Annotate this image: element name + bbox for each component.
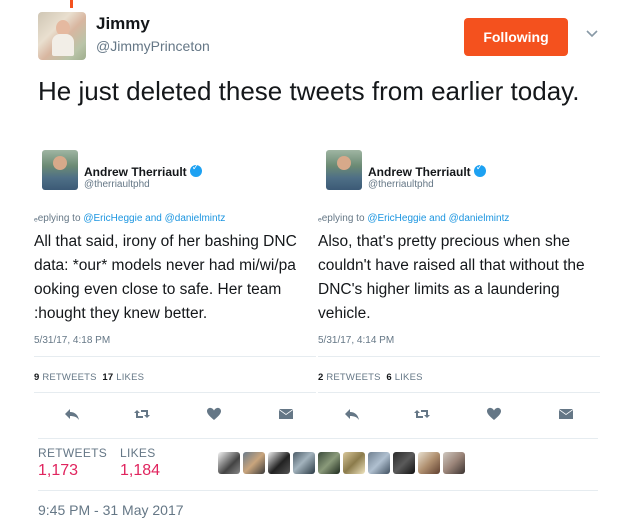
card-replying-to: ₑeplying to @EricHeggie and @danielmintz — [318, 213, 510, 224]
liker-avatar[interactable] — [268, 452, 290, 474]
card-avatar — [42, 150, 78, 190]
author-name[interactable]: Jimmy — [96, 14, 150, 34]
like-icon — [487, 407, 501, 420]
screenshot-card[interactable]: Andrew Therriault @therriaultphd ₑeplyin… — [318, 150, 600, 430]
tweet-header: Jimmy @JimmyPrinceton Following — [38, 12, 608, 62]
card-avatar — [326, 150, 362, 190]
card-author-name: Andrew Therriault — [368, 163, 486, 179]
card-author-handle: @therriaultphd — [368, 179, 434, 190]
card-divider — [34, 356, 316, 357]
card-time: 5/31/17, 4:14 PM — [318, 335, 395, 346]
retweets-count[interactable]: 1,173 — [38, 462, 78, 480]
card-actions — [318, 404, 600, 426]
likes-label: LIKES — [120, 446, 156, 460]
retweets-label: RETWEETS — [38, 446, 108, 460]
card-stats: 2 RETWEETS 6 LIKES — [318, 372, 423, 383]
card-divider — [34, 392, 316, 393]
card-actions — [34, 404, 316, 426]
divider — [38, 438, 598, 439]
card-text: All that said, irony of her bashing DNC … — [34, 233, 297, 322]
likes-count[interactable]: 1,184 — [120, 462, 160, 480]
tweet-timestamp[interactable]: 9:45 PM - 31 May 2017 — [38, 502, 184, 518]
author-handle[interactable]: @JimmyPrinceton — [96, 38, 210, 54]
card-author-name: Andrew Therriault — [84, 163, 202, 179]
liker-avatar[interactable] — [243, 452, 265, 474]
liker-avatar[interactable] — [443, 452, 465, 474]
reply-icon — [345, 409, 359, 420]
liker-avatar[interactable] — [343, 452, 365, 474]
card-author-handle: @therriaultphd — [84, 179, 150, 190]
message-icon — [279, 409, 293, 419]
liker-avatar[interactable] — [418, 452, 440, 474]
liker-avatar[interactable] — [218, 452, 240, 474]
card-text: Also, that's pretty precious when she co… — [318, 233, 585, 322]
liker-avatar[interactable] — [393, 452, 415, 474]
retweet-icon — [134, 410, 150, 418]
card-replying-to: ₑeplying to @EricHeggie and @danielmintz — [34, 213, 226, 224]
card-stats: 9 RETWEETS 17 LIKES — [34, 372, 145, 383]
screenshot-card[interactable]: Andrew Therriault @therriaultphd ₑeplyin… — [34, 150, 316, 430]
card-divider — [318, 356, 600, 357]
verified-icon — [189, 163, 202, 177]
tweet-stats: RETWEETS 1,173 LIKES 1,184 — [38, 446, 598, 486]
chevron-down-icon[interactable] — [585, 26, 599, 40]
top-accent-mark — [70, 0, 73, 8]
liker-avatar[interactable] — [318, 452, 340, 474]
card-divider — [318, 392, 600, 393]
card-time: 5/31/17, 4:18 PM — [34, 335, 111, 346]
like-icon — [207, 407, 221, 420]
following-button[interactable]: Following — [464, 18, 568, 56]
retweet-icon — [414, 410, 430, 418]
verified-icon — [473, 163, 486, 177]
liker-avatar[interactable] — [368, 452, 390, 474]
liker-avatar[interactable] — [293, 452, 315, 474]
tweet-text: He just deleted these tweets from earlie… — [38, 76, 580, 106]
message-icon — [559, 409, 573, 419]
tweet-media[interactable]: Andrew Therriault @therriaultphd ₑeplyin… — [34, 150, 604, 430]
author-avatar[interactable] — [38, 12, 86, 60]
divider — [38, 490, 598, 491]
reply-icon — [65, 409, 79, 420]
